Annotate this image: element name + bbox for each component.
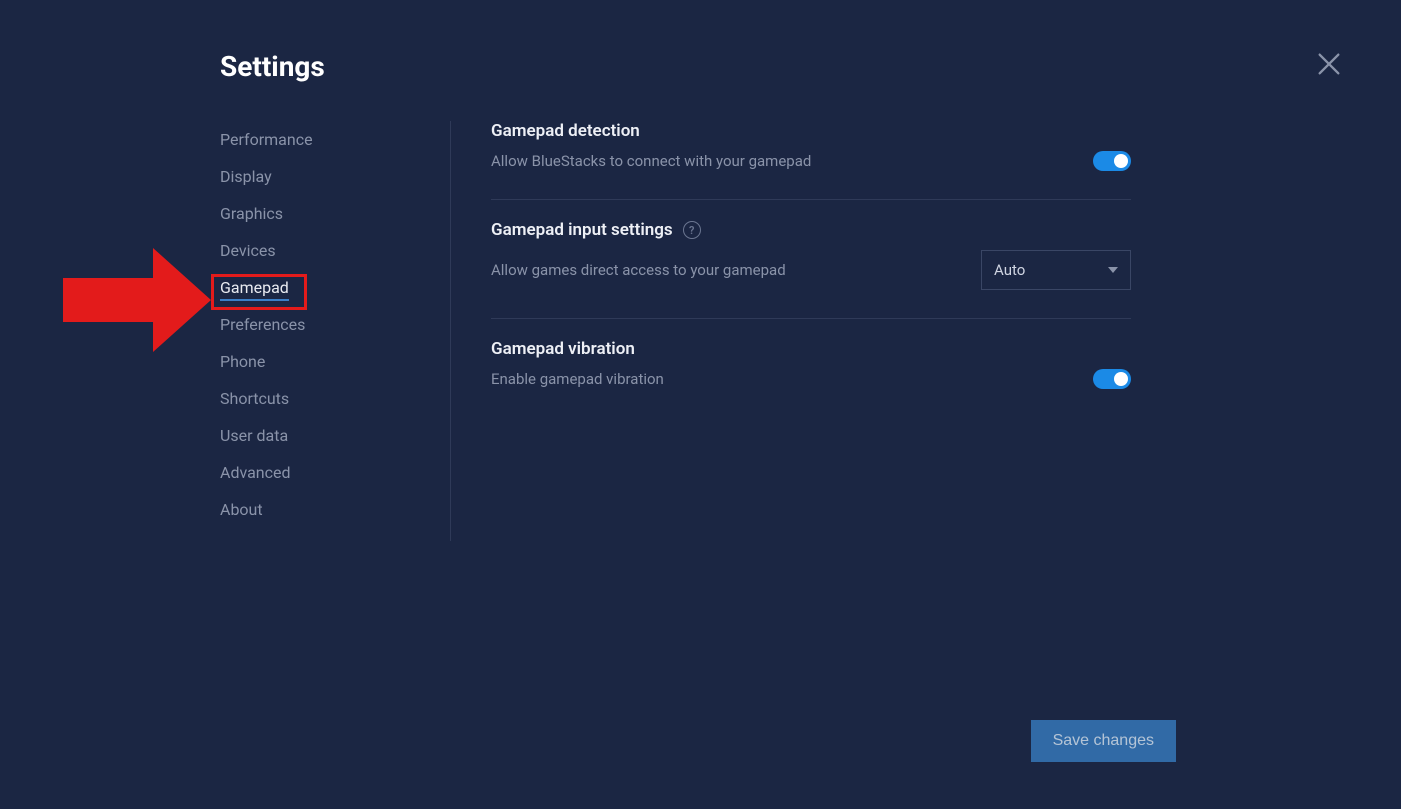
sidebar-item-graphics[interactable]: Graphics — [220, 195, 440, 232]
sidebar-item-shortcuts[interactable]: Shortcuts — [220, 380, 440, 417]
toggle-gamepad-vibration[interactable] — [1093, 369, 1131, 389]
setting-desc-input: Allow games direct access to your gamepa… — [491, 261, 786, 279]
section-title-input: Gamepad input settings ? — [491, 220, 1131, 240]
section-title-vibration: Gamepad vibration — [491, 339, 1131, 359]
page-title: Settings — [220, 50, 1401, 83]
toggle-gamepad-detection[interactable] — [1093, 151, 1131, 171]
section-title-detection: Gamepad detection — [491, 121, 1131, 141]
sidebar-item-gamepad[interactable]: Gamepad — [220, 269, 440, 306]
dropdown-value: Auto — [994, 261, 1025, 279]
section-gamepad-detection: Gamepad detection Allow BlueStacks to co… — [491, 121, 1131, 200]
close-button[interactable] — [1315, 50, 1343, 78]
setting-desc-vibration: Enable gamepad vibration — [491, 370, 664, 388]
section-gamepad-input: Gamepad input settings ? Allow games dir… — [491, 220, 1131, 319]
sidebar-item-advanced[interactable]: Advanced — [220, 454, 440, 491]
save-changes-button[interactable]: Save changes — [1031, 720, 1176, 762]
setting-desc-detection: Allow BlueStacks to connect with your ga… — [491, 152, 811, 170]
sidebar-item-display[interactable]: Display — [220, 158, 440, 195]
help-icon[interactable]: ? — [683, 221, 701, 239]
sidebar-item-phone[interactable]: Phone — [220, 343, 440, 380]
content-panel: Gamepad detection Allow BlueStacks to co… — [491, 121, 1191, 541]
sidebar-item-user-data[interactable]: User data — [220, 417, 440, 454]
sidebar-item-devices[interactable]: Devices — [220, 232, 440, 269]
sidebar-item-performance[interactable]: Performance — [220, 121, 440, 158]
close-icon — [1315, 50, 1343, 78]
sidebar: Performance Display Graphics Devices Gam… — [220, 121, 450, 541]
sidebar-item-about[interactable]: About — [220, 491, 440, 528]
chevron-down-icon — [1108, 267, 1118, 273]
section-gamepad-vibration: Gamepad vibration Enable gamepad vibrati… — [491, 339, 1131, 417]
vertical-divider — [450, 121, 451, 541]
dropdown-gamepad-access[interactable]: Auto — [981, 250, 1131, 290]
sidebar-item-preferences[interactable]: Preferences — [220, 306, 440, 343]
